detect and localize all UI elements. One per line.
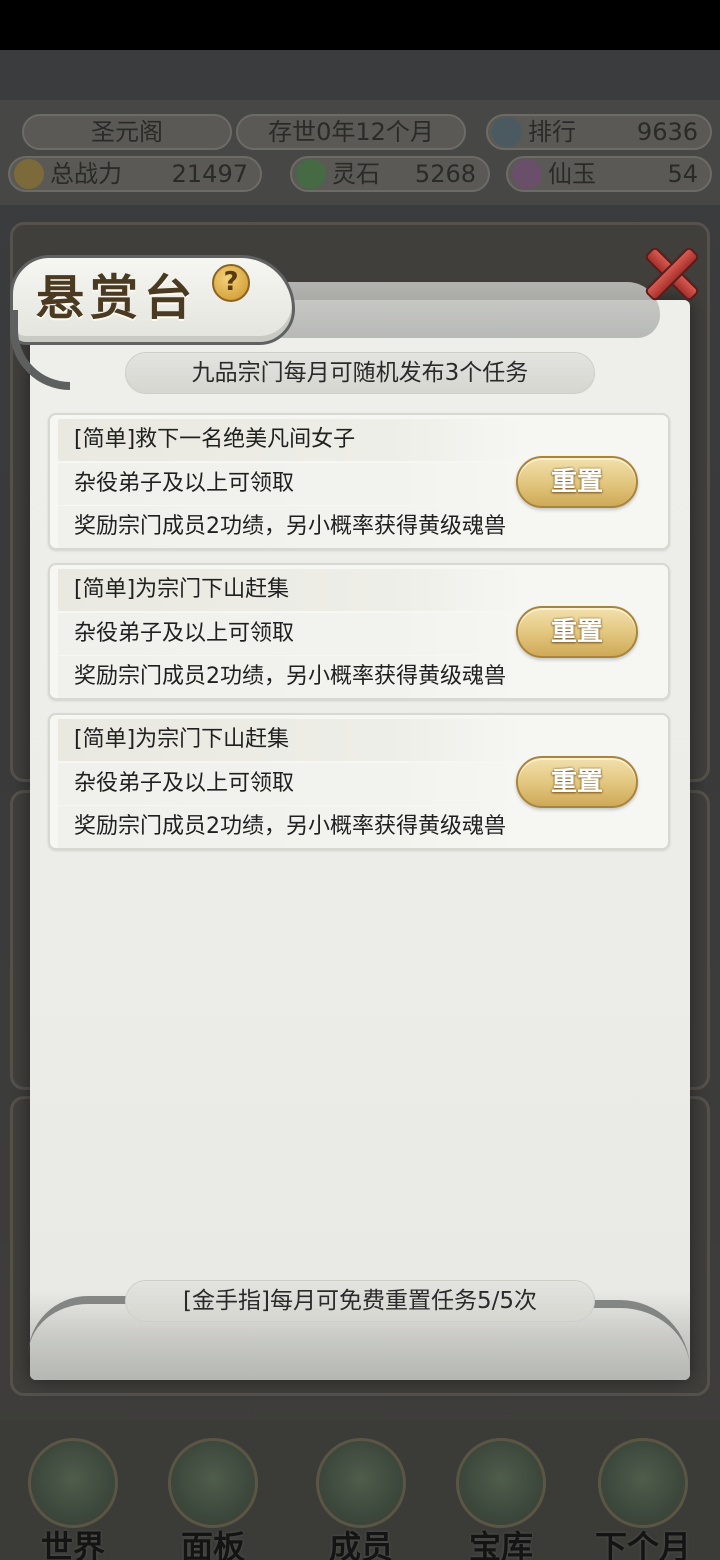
free-reset-info: [金手指]每月可免费重置任务5/5次 [125,1280,595,1322]
help-icon[interactable]: ? [212,264,250,302]
rank-label: 排行 [528,118,576,146]
power-label: 总战力 [50,160,122,188]
task-card-2: [简单]为宗门下山赶集 杂役弟子及以上可领取 奖励宗门成员2功绩，另小概率获得黄… [48,563,670,700]
power-pill: 总战力 21497 [8,156,262,192]
modal-title: 悬赏台 [36,270,199,326]
status-bar [0,0,720,50]
next-month-icon [598,1438,688,1528]
task-reward: 奖励宗门成员2功绩，另小概率获得黄级魂兽 [58,806,528,848]
bottom-nav: 世界 面板 成员 宝库 下个月 [0,1420,720,1560]
task-reward: 奖励宗门成员2功绩，另小概率获得黄级魂兽 [58,506,528,548]
jade-label: 仙玉 [548,160,596,188]
nav-treasury-label: 宝库 [468,1528,533,1560]
nav-members[interactable]: 成员 [296,1430,426,1560]
spirit-stone-value: 5268 [414,160,476,188]
task-card-1: [简单]救下一名绝美凡间女子 杂役弟子及以上可领取 奖励宗门成员2功绩，另小概率… [48,413,670,550]
power-icon [14,159,44,189]
spirit-stone-pill: 灵石 5268 [290,156,490,192]
game-time: 存世0年12个月 [268,118,434,146]
time-pill: 存世0年12个月 [236,114,466,150]
close-button[interactable] [638,240,700,302]
nav-treasury[interactable]: 宝库 [436,1430,566,1560]
rank-pill: 排行 9636 [486,114,712,150]
reset-button[interactable]: 重置 [516,756,638,808]
reset-button[interactable]: 重置 [516,456,638,508]
nav-members-label: 成员 [328,1528,393,1560]
nav-next-month-label: 下个月 [594,1528,691,1560]
task-title: [简单]为宗门下山赶集 [58,719,528,761]
task-requirement: 杂役弟子及以上可领取 [58,763,528,805]
task-card-3: [简单]为宗门下山赶集 杂役弟子及以上可领取 奖励宗门成员2功绩，另小概率获得黄… [48,713,670,850]
task-requirement: 杂役弟子及以上可领取 [58,613,528,655]
task-title: [简单]为宗门下山赶集 [58,569,528,611]
nav-next-month[interactable]: 下个月 [578,1430,708,1560]
top-hud: 圣元阁 存世0年12个月 排行 9636 总战力 21497 灵石 5268 仙… [0,100,720,205]
nav-panel[interactable]: 面板 [148,1430,278,1560]
nav-world[interactable]: 世界 [8,1430,138,1560]
sect-name: 圣元阁 [91,118,163,146]
rank-value: 9636 [636,118,698,146]
jade-value: 54 [667,160,698,188]
reset-button[interactable]: 重置 [516,606,638,658]
header-cloud-band [260,282,660,338]
treasury-icon [456,1438,546,1528]
spirit-stone-icon [296,159,326,189]
power-value: 21497 [171,160,248,188]
members-icon [316,1438,406,1528]
jade-icon [512,159,542,189]
task-quota-info: 九品宗门每月可随机发布3个任务 [125,352,595,394]
rank-icon [492,117,522,147]
task-title: [简单]救下一名绝美凡间女子 [58,419,528,461]
world-icon [28,1438,118,1528]
nav-world-label: 世界 [40,1528,105,1560]
nav-panel-label: 面板 [180,1528,245,1560]
jade-pill: 仙玉 54 [506,156,712,192]
task-reward: 奖励宗门成员2功绩，另小概率获得黄级魂兽 [58,656,528,698]
panel-icon [168,1438,258,1528]
spirit-stone-label: 灵石 [332,160,380,188]
task-requirement: 杂役弟子及以上可领取 [58,463,528,505]
sect-name-pill: 圣元阁 [22,114,232,150]
